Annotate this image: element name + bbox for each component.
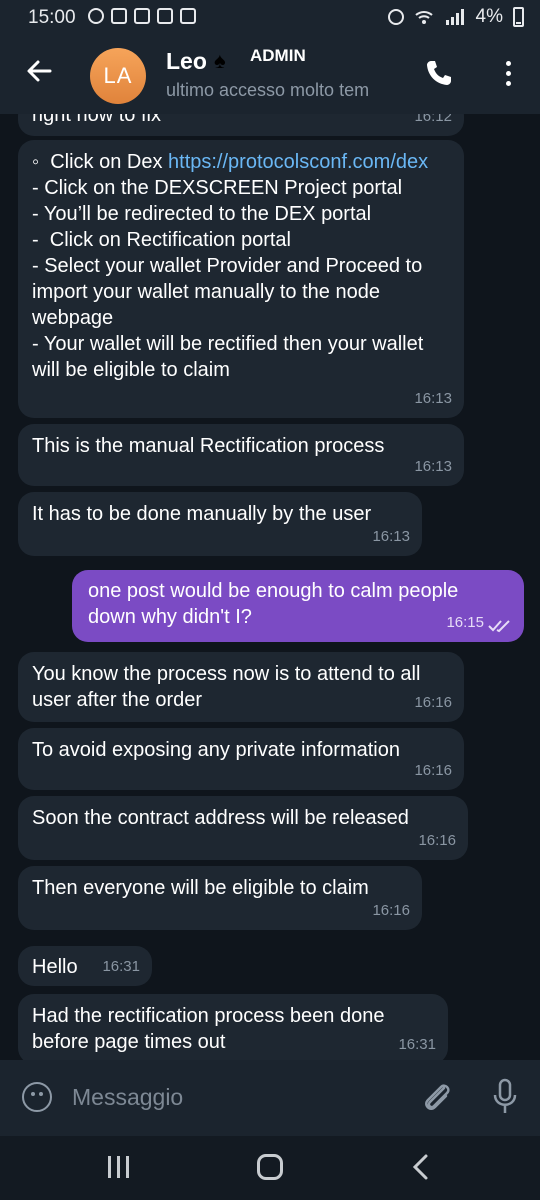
emoji-icon[interactable] — [22, 1082, 52, 1112]
nav-home-icon[interactable] — [257, 1154, 283, 1180]
notification-icons — [88, 8, 196, 24]
notification-icon-4 — [157, 8, 173, 24]
attach-icon[interactable] — [420, 1080, 454, 1116]
alarm-icon — [387, 9, 404, 25]
message-bubble[interactable]: This is the manual Rectification process… — [18, 424, 464, 486]
message-time: 16:16 — [372, 902, 410, 919]
contact-name[interactable]: Leo — [166, 48, 207, 75]
message-text: Soon the contract address will be releas… — [32, 807, 409, 829]
notification-icon-5 — [180, 8, 196, 24]
message-time: 16:16 — [414, 694, 452, 711]
message-time: 16:31 — [398, 1036, 436, 1053]
message-time: 16:16 — [414, 762, 452, 779]
spade-icon: ♠ — [214, 48, 226, 73]
message-text: This is the manual Rectification process — [32, 435, 385, 457]
message-prefix: ◦ Click on Dex — [32, 151, 169, 173]
message-text: ◦ Click on Dex https://protocolsconf.com… — [32, 149, 450, 383]
message-bubble-outgoing[interactable]: one post would be enough to calm people … — [72, 570, 524, 642]
message-composer: Messaggio — [0, 1060, 540, 1136]
message-bubble[interactable]: Had the rectification process been done … — [18, 994, 448, 1060]
message-input[interactable]: Messaggio — [72, 1084, 183, 1111]
message-bubble[interactable]: To avoid exposing any private informatio… — [18, 728, 464, 790]
phone-icon[interactable] — [424, 58, 454, 88]
nav-recents-icon[interactable] — [108, 1156, 129, 1178]
admin-badge: ADMIN — [250, 46, 306, 65]
message-link[interactable]: https://protocolsconf.com/dex — [168, 151, 428, 173]
message-list[interactable]: right now to fix 16:12 ◦ Click on Dex ht… — [0, 114, 540, 1060]
double-check-icon — [488, 620, 510, 633]
message-text: You know the process now is to attend to… — [32, 663, 426, 711]
message-bubble[interactable]: Then everyone will be eligible to claim … — [18, 866, 422, 930]
message-bubble[interactable]: Soon the contract address will be releas… — [18, 796, 468, 860]
status-bar: 15:00 4% — [0, 0, 540, 34]
message-bubble[interactable]: It has to be done manually by the user 1… — [18, 492, 422, 556]
message-time: 16:13 — [414, 458, 452, 475]
notification-icon-1 — [88, 8, 104, 24]
battery-percent: 4% — [475, 6, 503, 27]
notification-icon-2 — [111, 8, 127, 24]
message-text: Had the rectification process been done … — [32, 1005, 391, 1053]
message-text: Then everyone will be eligible to claim — [32, 877, 369, 899]
message-text: right now to fix — [32, 114, 161, 126]
back-arrow-icon[interactable] — [22, 54, 56, 88]
notification-icon-3 — [134, 8, 150, 24]
message-bubble[interactable]: Hello 16:31 — [18, 946, 152, 986]
status-time: 15:00 — [28, 7, 76, 28]
message-text: It has to be done manually by the user — [32, 503, 372, 525]
more-vert-icon[interactable] — [498, 58, 518, 90]
message-time: 16:16 — [418, 832, 456, 849]
wifi-icon — [414, 11, 433, 24]
signal-icon — [445, 9, 464, 25]
system-icons: 4% — [387, 6, 524, 28]
message-bubble[interactable]: ◦ Click on Dex https://protocolsconf.com… — [18, 140, 464, 418]
avatar[interactable]: LA — [90, 48, 146, 104]
message-body: - Click on the DEXSCREEN Project portal … — [32, 177, 424, 381]
message-text: To avoid exposing any private informatio… — [32, 739, 400, 761]
system-nav-bar — [0, 1136, 540, 1200]
message-time: 16:15 — [446, 614, 484, 631]
message-time: 16:12 — [414, 114, 452, 125]
nav-back-icon[interactable] — [410, 1152, 430, 1182]
message-bubble[interactable]: right now to fix 16:12 — [18, 114, 464, 136]
battery-icon — [513, 7, 524, 27]
last-seen: ultimo accesso molto tem — [166, 80, 370, 100]
chat-header: LA Leo ♠ ADMIN ultimo accesso molto tem — [0, 34, 540, 114]
message-time: 16:31 — [102, 958, 140, 975]
message-time: 16:13 — [372, 528, 410, 545]
message-bubble[interactable]: You know the process now is to attend to… — [18, 652, 464, 722]
message-text: one post would be enough to calm people … — [88, 580, 464, 628]
message-time: 16:13 — [414, 390, 452, 407]
mic-icon[interactable] — [492, 1078, 518, 1116]
